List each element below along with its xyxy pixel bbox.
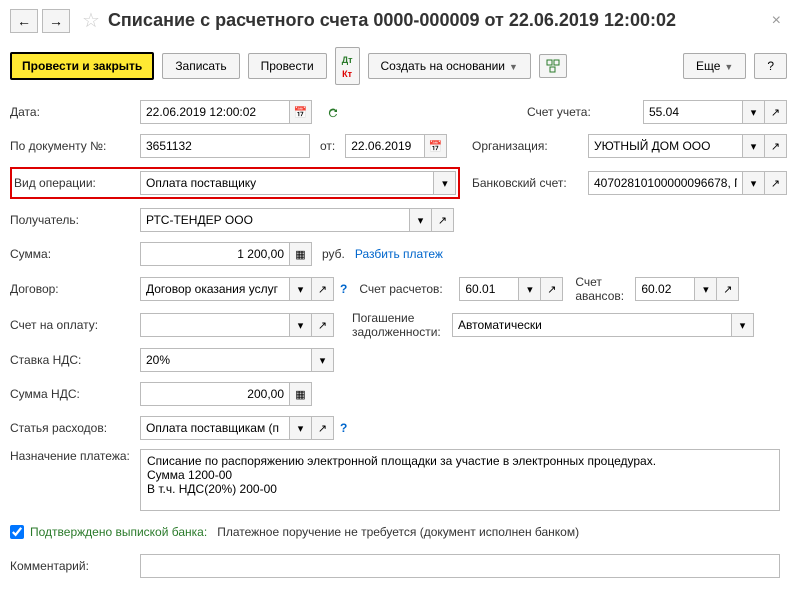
dropdown-icon[interactable]: ▾ xyxy=(743,100,765,124)
contract-input[interactable] xyxy=(140,277,290,301)
open-icon[interactable]: ↗ xyxy=(312,416,334,440)
account-label: Счет учета: xyxy=(527,105,643,119)
purpose-label: Назначение платежа: xyxy=(10,449,140,463)
bankacc-input[interactable] xyxy=(588,171,743,195)
split-payment-link[interactable]: Разбить платеж xyxy=(355,247,443,261)
dropdown-icon[interactable]: ▾ xyxy=(519,277,541,301)
dtkm-button[interactable]: ДтКт xyxy=(335,47,360,85)
advanceacc-label: Счет авансов: xyxy=(575,275,635,303)
comment-input[interactable] xyxy=(140,554,780,578)
date-input[interactable] xyxy=(140,100,290,124)
post-close-button[interactable]: Провести и закрыть xyxy=(10,52,154,80)
dropdown-icon[interactable]: ▾ xyxy=(290,277,312,301)
dropdown-icon[interactable]: ▾ xyxy=(732,313,754,337)
confirmed-label: Подтверждено выпиской банка: xyxy=(30,525,207,539)
account-input[interactable] xyxy=(643,100,743,124)
close-icon[interactable]: × xyxy=(766,12,787,30)
invoice-input[interactable] xyxy=(140,313,290,337)
date-label: Дата: xyxy=(10,105,140,119)
dropdown-icon[interactable]: ▾ xyxy=(743,134,765,158)
amount-label: Сумма: xyxy=(10,247,140,261)
back-button[interactable]: ← xyxy=(10,9,38,33)
optype-input[interactable] xyxy=(140,171,434,195)
vatrate-label: Ставка НДС: xyxy=(10,353,140,367)
debt-label: Погашение задолженности: xyxy=(352,311,452,339)
dropdown-icon[interactable]: ▾ xyxy=(290,313,312,337)
docdate-input[interactable] xyxy=(345,134,425,158)
calendar-icon[interactable]: 📅 xyxy=(290,100,312,124)
open-icon[interactable]: ↗ xyxy=(765,134,787,158)
expense-input[interactable] xyxy=(140,416,290,440)
payment-order-text: Платежное поручение не требуется (докуме… xyxy=(217,525,579,539)
open-icon[interactable]: ↗ xyxy=(312,313,334,337)
calendar-icon[interactable]: 📅 xyxy=(425,134,447,158)
post-button[interactable]: Провести xyxy=(248,53,327,79)
debt-input[interactable] xyxy=(452,313,732,337)
dropdown-icon[interactable]: ▾ xyxy=(290,416,312,440)
dropdown-icon[interactable]: ▾ xyxy=(743,171,765,195)
help-icon[interactable]: ? xyxy=(340,421,347,435)
purpose-textarea[interactable] xyxy=(140,449,780,511)
refresh-icon[interactable] xyxy=(320,101,346,123)
amount-input[interactable] xyxy=(140,242,290,266)
confirmed-checkbox[interactable] xyxy=(10,525,24,539)
dropdown-icon[interactable]: ▾ xyxy=(695,277,717,301)
help-icon[interactable]: ? xyxy=(340,282,347,296)
dropdown-icon[interactable]: ▾ xyxy=(410,208,432,232)
help-button[interactable]: ? xyxy=(754,53,787,79)
dropdown-icon[interactable]: ▾ xyxy=(434,171,456,195)
more-button[interactable]: Еще▼ xyxy=(683,53,746,79)
optype-label: Вид операции: xyxy=(14,176,140,190)
expense-label: Статья расходов: xyxy=(10,421,140,435)
structure-button[interactable] xyxy=(539,54,567,78)
open-icon[interactable]: ↗ xyxy=(765,171,787,195)
recipient-label: Получатель: xyxy=(10,213,140,227)
settleacc-label: Счет расчетов: xyxy=(359,282,459,296)
open-icon[interactable]: ↗ xyxy=(717,277,739,301)
settleacc-input[interactable] xyxy=(459,277,519,301)
bankacc-label: Банковский счет: xyxy=(472,176,588,190)
org-input[interactable] xyxy=(588,134,743,158)
docnum-input[interactable] xyxy=(140,134,310,158)
calc-icon[interactable]: ▦ xyxy=(290,382,312,406)
calc-icon[interactable]: ▦ xyxy=(290,242,312,266)
open-icon[interactable]: ↗ xyxy=(312,277,334,301)
docnum-label: По документу №: xyxy=(10,139,140,153)
contract-label: Договор: xyxy=(10,282,140,296)
open-icon[interactable]: ↗ xyxy=(432,208,454,232)
create-based-button[interactable]: Создать на основании▼ xyxy=(368,53,531,79)
favorite-icon[interactable]: ☆ xyxy=(82,8,100,33)
from-label: от: xyxy=(320,139,335,153)
org-label: Организация: xyxy=(472,139,588,153)
vatamount-label: Сумма НДС: xyxy=(10,387,140,401)
open-icon[interactable]: ↗ xyxy=(541,277,563,301)
advanceacc-input[interactable] xyxy=(635,277,695,301)
vatrate-input[interactable] xyxy=(140,348,312,372)
invoice-label: Счет на оплату: xyxy=(10,318,140,332)
save-button[interactable]: Записать xyxy=(162,53,239,79)
comment-label: Комментарий: xyxy=(10,559,140,573)
forward-button[interactable]: → xyxy=(42,9,70,33)
dropdown-icon[interactable]: ▾ xyxy=(312,348,334,372)
page-title: Списание с расчетного счета 0000-000009 … xyxy=(108,10,766,31)
rub-label: руб. xyxy=(322,247,345,261)
vatamount-input[interactable] xyxy=(140,382,290,406)
recipient-input[interactable] xyxy=(140,208,410,232)
open-icon[interactable]: ↗ xyxy=(765,100,787,124)
